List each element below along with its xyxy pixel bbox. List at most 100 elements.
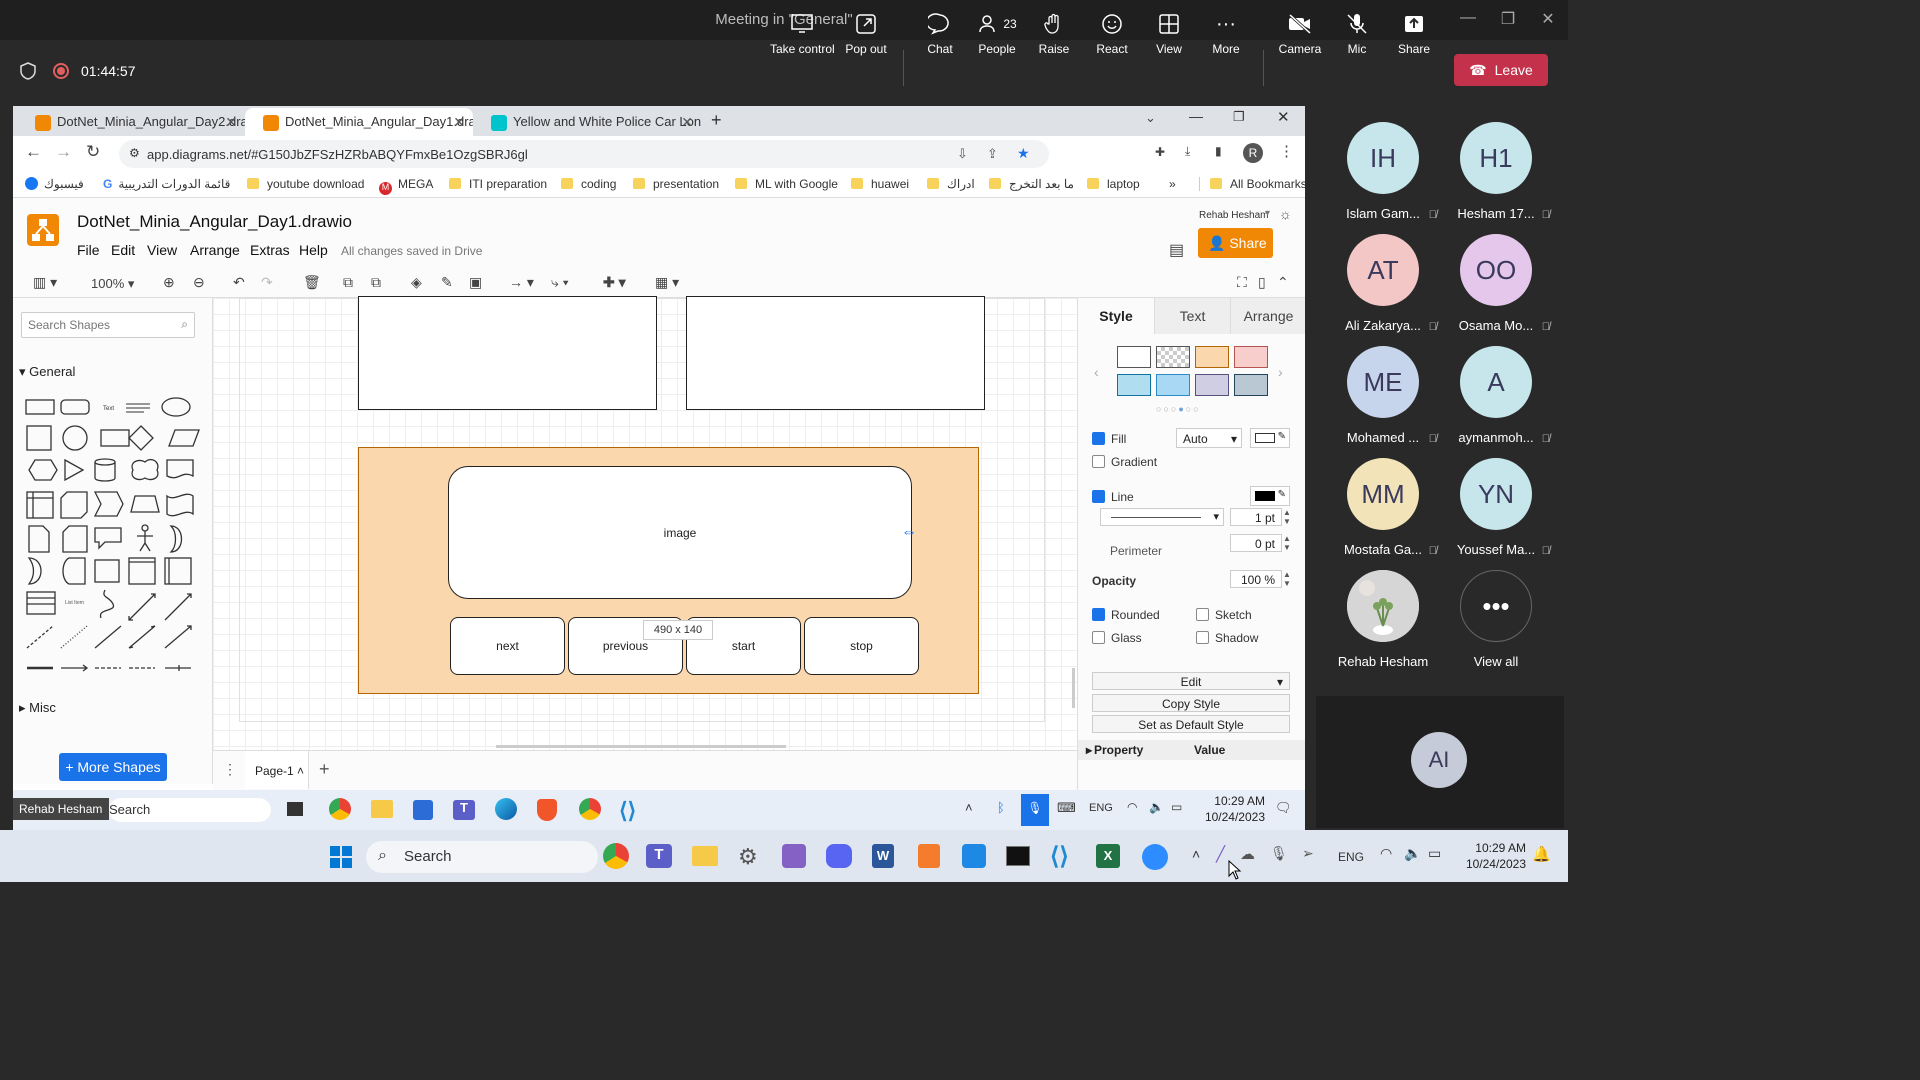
send-icon[interactable]: ➢	[1302, 845, 1314, 862]
clock-time[interactable]: 10:29 AM	[1207, 794, 1265, 808]
react-button[interactable]: React	[1080, 10, 1144, 56]
chevron-left-icon[interactable]: ‹	[1094, 364, 1099, 380]
reload-icon[interactable]: ↻	[86, 142, 100, 162]
chevron-right-icon[interactable]: ▸	[1086, 743, 1092, 757]
shape-palette[interactable]: Text List Item	[21, 388, 201, 678]
show-hidden-icons[interactable]: ˄	[965, 800, 973, 815]
bookmark-item[interactable]: laptop	[1087, 177, 1140, 191]
task-view-icon[interactable]	[287, 802, 303, 816]
close-tab-icon[interactable]: ✕	[681, 114, 693, 131]
browser-tab[interactable]: DotNet_Minia_Angular_Day2.dra ✕	[17, 108, 245, 136]
chrome-icon[interactable]	[579, 798, 601, 820]
set-default-style-button[interactable]: Set as Default Style	[1092, 715, 1290, 733]
rounded-checkbox[interactable]: Rounded	[1092, 608, 1160, 622]
notifications-icon[interactable]: 🔔	[1532, 845, 1551, 863]
new-tab-icon[interactable]: +	[711, 110, 722, 131]
bookmark-item[interactable]: presentation	[633, 177, 719, 191]
style-swatch[interactable]	[1156, 374, 1190, 396]
download-icon[interactable]: ⤓	[1185, 144, 1190, 159]
pdf-app-icon[interactable]	[918, 844, 940, 868]
add-page-icon[interactable]: +	[319, 759, 330, 780]
horizontal-scrollbar[interactable]	[496, 745, 786, 748]
more-shapes-button[interactable]: + More Shapes	[59, 753, 167, 781]
fullscreen-icon[interactable]: ⛶	[1237, 274, 1247, 291]
leave-button[interactable]: ☎ Leave	[1454, 54, 1548, 86]
chrome-icon[interactable]	[329, 798, 351, 820]
participant-tile[interactable]: ME Mohamed ... 🎙̸	[1327, 346, 1439, 445]
style-swatch[interactable]	[1156, 346, 1190, 368]
fill-color-icon[interactable]: ◈	[411, 274, 422, 291]
collapse-icon[interactable]: ⌃	[1277, 274, 1289, 291]
restore-icon[interactable]: ❐	[1233, 109, 1245, 125]
bookmark-item[interactable]: youtube download	[247, 177, 364, 191]
close-tab-icon[interactable]: ✕	[453, 114, 465, 131]
image-placeholder-shape[interactable]: image	[448, 466, 912, 599]
stepper-icon[interactable]: ▲ ▼	[1283, 534, 1291, 552]
connection-icon[interactable]: → ▾	[509, 274, 534, 291]
url-field[interactable]: ⚙ app.diagrams.net/#G150JbZFSzHZRbABQYFm…	[119, 140, 1049, 168]
shadow-icon[interactable]: ▣	[469, 274, 482, 291]
people-button[interactable]: 23 People	[965, 10, 1029, 56]
menu-file[interactable]: File	[77, 242, 100, 258]
menu-edit[interactable]: Edit	[111, 242, 135, 258]
edit-style-button[interactable]: Edit ▾	[1092, 672, 1290, 690]
menu-extras[interactable]: Extras	[250, 242, 290, 258]
save-status[interactable]: All changes saved in Drive	[341, 244, 482, 258]
browser-tab-active[interactable]: DotNet_Minia_Angular_Day1.dra ✕	[245, 108, 473, 136]
chat-button[interactable]: Chat	[908, 10, 972, 56]
all-bookmarks[interactable]: All Bookmarks	[1199, 177, 1305, 191]
camera-button[interactable]: Camera	[1268, 10, 1332, 56]
undo-icon[interactable]: ↶	[233, 274, 245, 291]
teams-icon[interactable]: T	[646, 844, 672, 868]
opacity-input[interactable]: 100 %	[1230, 570, 1282, 588]
minimize-icon[interactable]: —	[1189, 108, 1203, 124]
word-icon[interactable]: W	[872, 844, 894, 868]
style-swatch[interactable]	[1195, 346, 1229, 368]
pop-out-button[interactable]: Pop out	[834, 10, 898, 56]
diagram-canvas[interactable]: image ⇔ next previous start stop 490 x 1…	[213, 296, 1077, 750]
file-explorer-icon[interactable]	[371, 800, 393, 818]
bookmark-item[interactable]: ML with Google	[735, 177, 838, 191]
vertical-scrollbar[interactable]	[1072, 668, 1075, 708]
share-icon[interactable]: ⇪	[987, 146, 998, 162]
mic-button[interactable]: Mic	[1325, 10, 1389, 56]
brave-icon[interactable]	[537, 799, 557, 821]
bookmark-item[interactable]: G قائمة الدورات التدريبية	[103, 177, 230, 191]
section-general[interactable]: ▾ General	[19, 364, 75, 380]
line-color-picker[interactable]: ✎	[1250, 486, 1290, 506]
settings-icon[interactable]: ⚙	[738, 844, 758, 870]
comments-icon[interactable]: ▤	[1169, 240, 1184, 260]
zoom-icon[interactable]	[1142, 844, 1168, 870]
theme-icon[interactable]: ☼	[1279, 206, 1292, 222]
excel-icon[interactable]: X	[1096, 844, 1120, 868]
search-shapes-input[interactable]: Search Shapes ⌕	[21, 312, 195, 338]
swatch-pager[interactable]: ○○○●○○	[1156, 404, 1201, 414]
bookmark-item[interactable]: coding	[561, 177, 616, 191]
chevron-down-icon[interactable]: ▾	[1265, 208, 1270, 219]
tab-arrange[interactable]: Arrange	[1230, 298, 1305, 334]
style-swatch[interactable]	[1195, 374, 1229, 396]
page-tab[interactable]: Page-1 ˄	[245, 751, 309, 789]
fill-select[interactable]: Auto ▾	[1176, 428, 1242, 448]
remote-search-box[interactable]: Search	[109, 798, 271, 822]
zoom-in-icon[interactable]: ⊕	[163, 274, 175, 291]
style-swatch[interactable]	[1234, 374, 1268, 396]
browser-menu-icon[interactable]: ⋮	[1279, 142, 1294, 160]
edge-icon[interactable]	[495, 798, 517, 820]
language-indicator[interactable]: ENG	[1089, 802, 1113, 814]
pen-icon[interactable]: ╱	[1216, 845, 1225, 863]
tab-style[interactable]: Style	[1078, 298, 1154, 334]
profile-avatar[interactable]: R	[1243, 143, 1263, 163]
fill-color-picker[interactable]: ✎	[1250, 428, 1290, 448]
participant-tile[interactable]: MM Mostafa Ga... 🎙̸	[1327, 458, 1439, 557]
participant-tile[interactable]: Rehab Hesham	[1327, 570, 1439, 669]
perimeter-input[interactable]: 0 pt	[1230, 534, 1282, 552]
view-button[interactable]: View	[1137, 10, 1201, 56]
more-button[interactable]: ··· More	[1194, 10, 1258, 57]
stop-shape[interactable]: stop	[804, 617, 919, 675]
close-icon[interactable]: ✕	[1277, 108, 1290, 126]
bookmark-item[interactable]: ITI preparation	[449, 177, 547, 191]
tab-search-icon[interactable]: ⌄	[1145, 110, 1156, 126]
bookmark-item[interactable]: فيسبوك	[25, 177, 84, 191]
show-hidden-icons[interactable]: ˄	[1192, 846, 1200, 862]
